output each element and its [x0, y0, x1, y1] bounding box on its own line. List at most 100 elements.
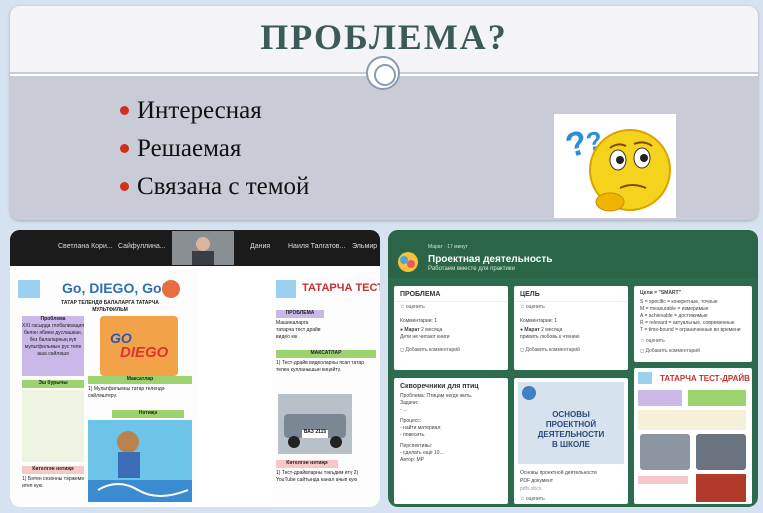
goals-header: МАКСАТЛАР [276, 350, 376, 358]
car-photo [640, 434, 690, 470]
presentation-slide: ПРОБЛЕМА? Интересная Решаемая Связана с … [10, 6, 758, 220]
tasks-header: Эш бурычы [22, 380, 84, 388]
shared-document: Go, DIEGO, Go! ТАТАР ТЕЛЕНДӘ БАЛАЛАРГА Т… [10, 266, 380, 507]
problem-box: Проблема XXI гасырда глобализация белән … [22, 316, 84, 376]
goals-text-box [638, 410, 746, 430]
rate-button[interactable]: ☆ оценить [514, 494, 551, 504]
drink-icon [638, 372, 652, 384]
comment-text: Дети не читают книги [400, 334, 450, 340]
book-title-line: ДЕЯТЕЛЬНОСТИ [537, 430, 605, 439]
post-title: ПРОБЛЕМА [400, 291, 441, 298]
slide-bullet-list: Интересная Решаемая Связана с темой [120, 92, 309, 206]
post-text-line: Автор: МР [400, 457, 424, 463]
result-header: Көтелгән нәтиҗә [22, 466, 84, 474]
emblem-icon [522, 386, 536, 400]
result-text: 1) Тест-драйвларны тәкъдим итү 2) YouTub… [276, 470, 359, 483]
bullet-dot-icon [120, 143, 129, 153]
post-text-line: - повесить. [400, 432, 426, 438]
license-plate: ВАЗ 2115 [303, 429, 327, 435]
board-header: Марат · 17 минут Проектная деятельность … [388, 230, 758, 278]
tasks-box [22, 390, 84, 462]
book-title-line: ПРОЕКТНОЙ [545, 420, 597, 429]
drink-icon [276, 280, 296, 298]
goals-text: 1) Тест-драйв видеоларны ясап татар теле… [276, 360, 364, 373]
smart-row: S = specific = конкретные, точные [640, 299, 718, 305]
participant-name[interactable]: Наиля Талгатов... [288, 243, 345, 250]
participant-name[interactable]: Сайфуллина... [118, 243, 166, 250]
goals-text: 1) Мультфильмны татар телендә сөйләштерү… [88, 386, 165, 399]
post-card[interactable]: ПРОБЛЕМА ☆ оценить Комментарии: 1 ● Мара… [394, 286, 508, 370]
characters-header: Нәтиҗә [112, 410, 184, 418]
comments-count: Комментарии: 1 [520, 318, 558, 324]
bullet-item: Решаемая [120, 130, 309, 168]
divider-medallion-icon [366, 56, 400, 90]
problem-header: ПРОБЛЕМА [276, 310, 324, 318]
participant-camera[interactable] [172, 231, 234, 265]
document-page: Go, DIEGO, Go! ТАТАР ТЕЛЕНДӘ БАЛАЛАРГА Т… [12, 270, 198, 507]
post-title: Скворечники для птиц [400, 383, 479, 390]
slide-title: ПРОБЛЕМА? [260, 17, 508, 57]
post-text-line: Процесс: [400, 418, 422, 424]
book-cover-image: ОСНОВЫ ПРОЕКТНОЙ ДЕЯТЕЛЬНОСТИ В ШКОЛЕ [518, 382, 624, 464]
smart-row: R = relevant = актуальные, современные [640, 320, 735, 326]
post-card[interactable]: Цели = "SMART" S = specific = конкретные… [634, 286, 752, 362]
comment: ● Марат 2 месяца [400, 327, 443, 333]
page-subtitle: ТАТАР ТЕЛЕНДӘ БАЛАЛАРГА ТАТАРЧА МУЛЬТФИЛ… [61, 300, 159, 313]
cartoon-character-image [88, 420, 192, 502]
post-card[interactable]: ОСНОВЫ ПРОЕКТНОЙ ДЕЯТЕЛЬНОСТИ В ШКОЛЕ Ос… [514, 378, 628, 504]
goals-box [688, 390, 746, 406]
screen-background: ПРОБЛЕМА? Интересная Решаемая Связана с … [0, 0, 763, 513]
post-card[interactable]: Скворечники для птиц Проблема: Птицам не… [394, 378, 508, 504]
smart-row: A = achievable = достижимые [640, 313, 708, 319]
bullet-dot-icon [120, 181, 129, 191]
video-call-window: Светлана Кори... Сайфуллина... Дания Наи… [10, 230, 380, 507]
car-photo [696, 474, 746, 502]
bullet-item: Связана с темой [120, 168, 309, 206]
school-logo-icon [162, 280, 180, 298]
comment-text: привить любовь к чтению [520, 334, 580, 340]
add-comment-button[interactable]: ◻ Добавить комментарий [514, 345, 628, 355]
board-logo-icon [396, 250, 420, 274]
board-title: Проектная деятельность [428, 254, 553, 265]
rate-button[interactable]: ☆ оценить [394, 301, 508, 312]
post-text-line: Задачи: [400, 400, 419, 406]
page-title: Go, DIEGO, Go! [62, 280, 167, 296]
document-page: ТАТАРЧА ТЕСТ-Д ПРОБЛЕМА Машиналарга тата… [272, 270, 380, 507]
cartoon-logo-image: GO DIEGO [100, 316, 178, 376]
result-header-box [638, 476, 688, 484]
car-photo [696, 434, 746, 470]
attachment-title: Основы проектной деятельности [520, 470, 597, 476]
comment: ● Марат 2 месяца [520, 327, 563, 333]
add-comment-button[interactable]: ◻ Добавить комментарий [394, 345, 508, 355]
problem-box [638, 390, 682, 406]
rate-button[interactable]: ☆ оценить [634, 336, 752, 346]
post-text-line: Перспективы: [400, 443, 433, 449]
book-title-line: ОСНОВЫ [552, 410, 590, 419]
post-text-line: Проблема: Птицам негде жить. [400, 393, 473, 399]
post-title: ТАТАРЧА ТЕСТ-ДРАЙВ [660, 374, 750, 383]
page-title: ТАТАРЧА ТЕСТ-Д [302, 282, 380, 294]
board-author: Марат · 17 минут [428, 244, 468, 250]
goals-header: Максатлар [88, 376, 192, 384]
drink-icon [18, 280, 40, 298]
participant-name[interactable]: Эльмир [352, 243, 377, 250]
rate-button[interactable]: ☆ оценить [514, 301, 628, 312]
attachment-type: PDF документ [520, 478, 554, 484]
post-text-line: - найти материал; [400, 425, 442, 431]
add-comment-button[interactable]: ◻ Добавить комментарий [634, 346, 752, 356]
post-title: ЦЕЛЬ [520, 291, 540, 298]
book-title-line: В ШКОЛЕ [552, 440, 590, 449]
smart-table: S = specific = конкретные, точные M = me… [634, 297, 752, 336]
participant-name[interactable]: Светлана Кори... [58, 243, 113, 250]
bullet-item: Интересная [120, 92, 309, 130]
board-subtitle: Работаем вместе для практики [428, 266, 515, 272]
post-card[interactable]: ТАТАРЧА ТЕСТ-ДРАЙВ [634, 368, 752, 504]
smart-row: M = measurable = измеримые [640, 306, 709, 312]
padlet-board: Марат · 17 минут Проектная деятельность … [388, 230, 758, 507]
post-card[interactable]: ЦЕЛЬ ☆ оценить Комментарии: 1 ● Марат 2 … [514, 286, 628, 370]
thinking-face-icon: ? ? [554, 114, 676, 218]
post-text-line: - сделать ещё 10... [400, 450, 444, 456]
comments-count: Комментарии: 1 [400, 318, 438, 324]
post-text-line: - ... [400, 407, 408, 413]
participant-name[interactable]: Дания [250, 243, 270, 250]
